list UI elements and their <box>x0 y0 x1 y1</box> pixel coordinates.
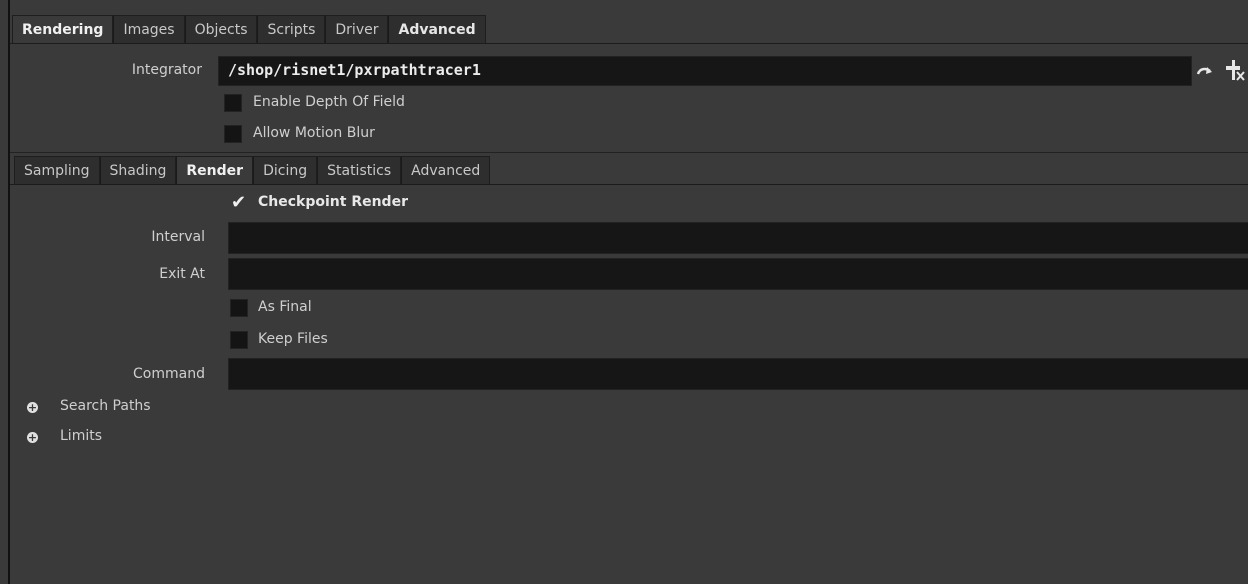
integrator-field[interactable]: /shop/risnet1/pxrpathtracer1 <box>218 56 1192 86</box>
tab-render[interactable]: Render <box>176 156 254 184</box>
tab-objects[interactable]: Objects <box>184 15 258 43</box>
tab-scripts[interactable]: Scripts <box>257 15 326 43</box>
pin-icon[interactable] <box>1222 58 1248 84</box>
sub-tab-bar: Sampling Shading Render Dicing Statistic… <box>14 156 491 184</box>
sub-tab-divider <box>10 184 1248 185</box>
jump-arrow-icon[interactable] <box>1194 60 1216 82</box>
checkpoint-render-label: Checkpoint Render <box>258 194 408 210</box>
allow-motion-blur-label: Allow Motion Blur <box>253 125 375 141</box>
expand-plus-icon[interactable]: + <box>27 402 38 413</box>
tab-advanced[interactable]: Advanced <box>388 15 486 43</box>
as-final-checkbox[interactable] <box>230 299 248 317</box>
integrator-label: Integrator <box>131 62 202 78</box>
top-tab-divider <box>10 43 1248 44</box>
interval-field[interactable] <box>228 222 1248 254</box>
allow-motion-blur-checkbox[interactable] <box>224 125 242 143</box>
interval-label: Interval <box>151 229 205 245</box>
command-field[interactable] <box>228 358 1248 390</box>
keep-files-checkbox[interactable] <box>230 331 248 349</box>
command-label: Command <box>133 366 205 382</box>
folder-limits[interactable]: Limits <box>60 428 102 444</box>
tab-rendering[interactable]: Rendering <box>12 15 114 43</box>
exit-at-field[interactable] <box>228 258 1248 290</box>
tab-dicing[interactable]: Dicing <box>253 156 318 184</box>
parameter-pane: Rendering Images Objects Scripts Driver … <box>8 0 1248 584</box>
top-tab-bar: Rendering Images Objects Scripts Driver … <box>12 15 486 43</box>
tab-shading[interactable]: Shading <box>99 156 177 184</box>
tab-sampling[interactable]: Sampling <box>14 156 100 184</box>
integrator-value: /shop/risnet1/pxrpathtracer1 <box>228 61 481 79</box>
tab-statistics[interactable]: Statistics <box>317 156 402 184</box>
enable-depth-of-field-label: Enable Depth Of Field <box>253 94 405 110</box>
expand-plus-icon[interactable]: + <box>27 432 38 443</box>
checkmark-icon[interactable]: ✔ <box>231 192 246 213</box>
folder-search-paths[interactable]: Search Paths <box>60 398 151 414</box>
exit-at-label: Exit At <box>159 266 205 282</box>
tab-images[interactable]: Images <box>113 15 185 43</box>
as-final-label: As Final <box>258 299 312 315</box>
keep-files-label: Keep Files <box>258 331 328 347</box>
tab-driver[interactable]: Driver <box>325 15 389 43</box>
sub-tab-top-divider <box>10 152 1248 153</box>
tab-advanced-sub[interactable]: Advanced <box>401 156 491 184</box>
enable-depth-of-field-checkbox[interactable] <box>224 94 242 112</box>
